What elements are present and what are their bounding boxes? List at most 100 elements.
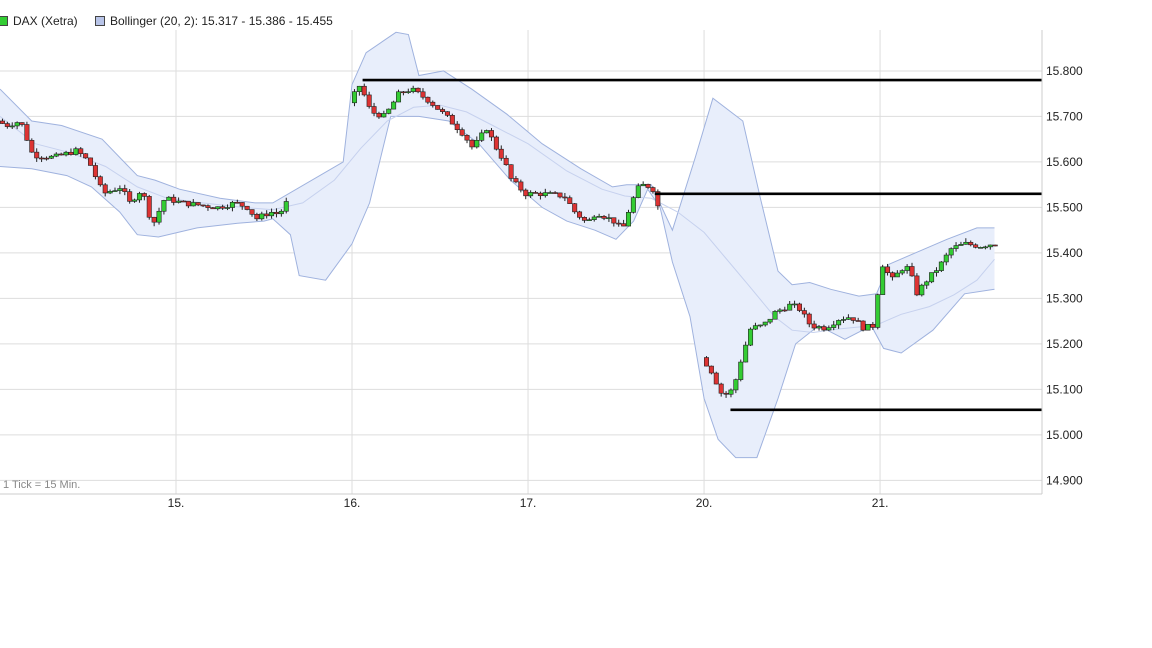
candle-body (366, 94, 372, 107)
candle-body (743, 344, 749, 363)
candle-body (953, 245, 959, 249)
candle-body (264, 213, 270, 217)
bollinger-band-fill (0, 32, 995, 458)
candle-body (508, 164, 514, 179)
candle-body (987, 244, 993, 248)
candle-body (513, 178, 519, 183)
candle-body (889, 272, 895, 278)
candle-body (704, 357, 710, 367)
candle-body (547, 192, 553, 194)
candle-body (894, 272, 900, 278)
candle-body (283, 201, 289, 212)
candle-body (117, 188, 123, 191)
candle-body (787, 303, 793, 311)
candle-body (777, 309, 783, 312)
candle-body (136, 193, 142, 201)
candle-body (577, 211, 583, 218)
y-tick-label: 15.400 (1046, 246, 1083, 260)
candle-body (968, 241, 974, 246)
y-tick-label: 15.500 (1046, 200, 1083, 214)
candle-body (616, 222, 622, 225)
candle-body (493, 136, 499, 150)
candle-body (9, 125, 15, 128)
candle-body (474, 140, 480, 148)
candle-body (958, 243, 964, 246)
candle-body (254, 214, 260, 220)
candle-body (171, 196, 177, 203)
candle-body (811, 323, 817, 329)
candle-body (356, 85, 362, 92)
candle-body (801, 310, 807, 315)
candle-body (141, 193, 147, 197)
candle-body (914, 275, 920, 296)
candle-body (733, 379, 739, 391)
candle-body (806, 313, 812, 325)
grid (0, 30, 1042, 494)
candle-body (816, 326, 822, 329)
candle-body (239, 202, 245, 207)
candle-body (112, 190, 118, 192)
candle-body (146, 196, 152, 218)
candle-body (772, 311, 778, 320)
candle-body (713, 372, 719, 385)
candle-body (156, 210, 162, 223)
candle-body (909, 266, 915, 277)
candle-body (63, 151, 69, 156)
candle-body (19, 122, 25, 125)
candle-body (572, 203, 578, 213)
candle-body (249, 209, 255, 215)
candle-body (885, 266, 891, 273)
candle-body (767, 318, 773, 323)
x-tick-label: 20. (696, 496, 713, 510)
candle-body (92, 165, 98, 178)
y-tick-label: 15.000 (1046, 428, 1083, 442)
x-tick-label: 17. (520, 496, 537, 510)
tick-interval-note: 1 Tick = 15 Min. (3, 479, 80, 491)
candle-body (78, 148, 84, 154)
candle-body (464, 134, 470, 141)
candle-body (796, 303, 802, 311)
candle-body (904, 266, 910, 271)
y-tick-label: 15.300 (1046, 291, 1083, 305)
candle-body (43, 157, 49, 160)
candle-body (943, 254, 949, 263)
candle-body (53, 153, 59, 157)
candle-body (498, 148, 504, 159)
candle-body (855, 320, 861, 322)
candle-body (938, 261, 944, 271)
x-tick-label: 15. (168, 496, 185, 510)
candle-body (435, 105, 441, 110)
candle-body (190, 202, 196, 207)
candle-body (723, 392, 729, 395)
candle-body (836, 320, 842, 326)
candle-body (850, 317, 856, 321)
candle-body (97, 176, 103, 186)
candle-body (738, 361, 744, 380)
candle-body (757, 324, 763, 327)
candle-body (210, 207, 216, 210)
candle-body (523, 189, 529, 197)
candle-body (225, 207, 231, 209)
candle-body (259, 213, 265, 220)
candle-body (278, 210, 284, 215)
y-tick-label: 15.700 (1046, 109, 1083, 123)
candle-body (180, 200, 186, 203)
candle-body (841, 319, 847, 321)
candle-body (166, 196, 172, 201)
candle-body (933, 270, 939, 273)
y-tick-label: 15.800 (1046, 64, 1083, 78)
candle-body (552, 192, 558, 194)
bollinger-lower-line (0, 115, 995, 459)
candle-body (826, 327, 832, 331)
candle-body (48, 155, 54, 159)
candle-body (562, 196, 568, 199)
candle-body (122, 188, 128, 192)
candle-body (503, 157, 509, 166)
candle-body (625, 212, 631, 227)
candle-body (376, 112, 382, 118)
candle-body (391, 101, 397, 110)
candle-body (420, 91, 426, 98)
y-tick-label: 14.900 (1046, 473, 1083, 487)
candle-body (0, 120, 5, 124)
candle-body (748, 328, 754, 346)
